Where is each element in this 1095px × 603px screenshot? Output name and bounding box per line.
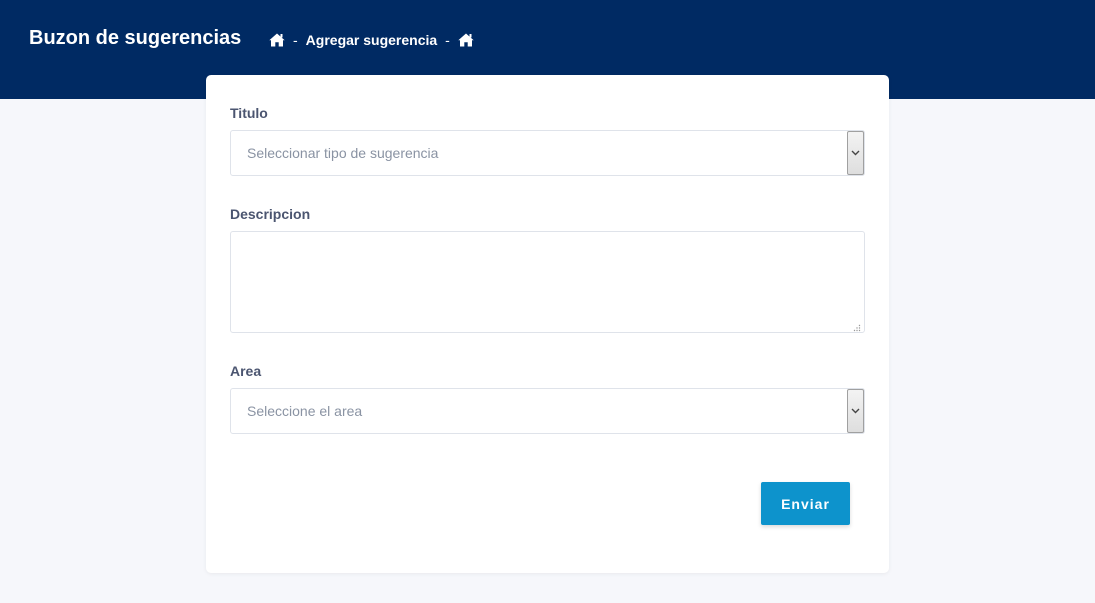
titulo-select[interactable]: Seleccionar tipo de sugerencia	[230, 130, 865, 176]
area-label: Area	[230, 363, 262, 379]
chevron-down-icon[interactable]	[847, 389, 864, 433]
home-icon[interactable]	[269, 33, 285, 47]
page-title: Buzon de sugerencias	[29, 27, 242, 49]
breadcrumb-separator: -	[293, 32, 298, 48]
area-select-placeholder: Seleccione el area	[247, 403, 363, 419]
breadcrumb: - Agregar sugerencia -	[269, 31, 474, 49]
suggestion-form-card: Titulo Seleccionar tipo de sugerencia De…	[206, 75, 889, 573]
enviar-button[interactable]: Enviar	[761, 482, 850, 525]
chevron-down-icon[interactable]	[847, 131, 864, 175]
titulo-select-placeholder: Seleccionar tipo de sugerencia	[247, 145, 439, 161]
descripcion-label: Descripcion	[230, 206, 311, 222]
titulo-label: Titulo	[230, 105, 268, 121]
breadcrumb-current[interactable]: Agregar sugerencia	[306, 32, 438, 48]
home-icon[interactable]	[458, 33, 474, 47]
area-select[interactable]: Seleccione el area	[230, 388, 865, 434]
descripcion-textarea[interactable]	[230, 231, 865, 333]
breadcrumb-separator: -	[445, 32, 450, 48]
resize-grip-icon[interactable]	[851, 320, 861, 332]
